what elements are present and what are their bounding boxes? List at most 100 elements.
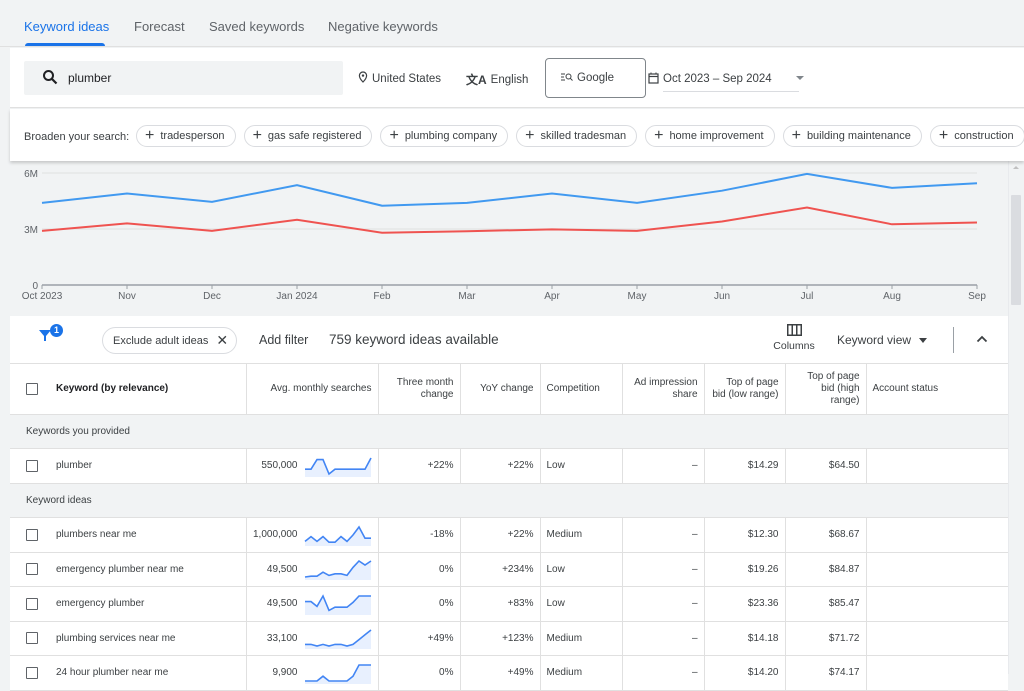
broaden-chip[interactable]: + skilled tradesman (516, 125, 638, 147)
row-checkbox[interactable] (26, 528, 38, 541)
keyword-cell: emergency plumber near me (10, 552, 247, 587)
tab-saved-keywords[interactable]: Saved keywords (209, 19, 304, 34)
tab-keyword-ideas[interactable]: Keyword ideas (24, 19, 109, 34)
broaden-chip[interactable]: + gas safe registered (243, 125, 373, 147)
search-value[interactable]: plumber (68, 71, 111, 85)
row-checkbox[interactable] (26, 459, 38, 472)
table-row[interactable]: emergency plumber near me 49,500 0% +234% Lo… (10, 552, 1008, 587)
header-yoy-change[interactable]: YoY change (460, 364, 541, 415)
row-checkbox[interactable] (26, 666, 38, 679)
three-month-value: 0% (439, 563, 454, 575)
vertical-scrollbar[interactable] (1008, 161, 1023, 674)
bid-low-cell: $12.30 (704, 517, 786, 553)
chip-label: Exclude adult ideas (113, 334, 209, 347)
three-month-cell: 0% (378, 552, 461, 587)
header-three-month-change[interactable]: Three month change (378, 364, 461, 415)
header-bid-low[interactable]: Top of page bid (low range) (704, 364, 786, 415)
header-competition[interactable]: Competition (540, 364, 623, 415)
keyword-table: Keyword (by relevance) Avg. monthly sear… (10, 364, 1008, 691)
tab-forecast[interactable]: Forecast (134, 19, 185, 34)
tab-negative-keywords[interactable]: Negative keywords (328, 19, 438, 34)
columns-label: Columns (773, 340, 815, 352)
competition-value: Medium (546, 632, 583, 644)
header-label: Keyword (by relevance) (56, 382, 169, 394)
keyword-cell: 24 hour plumber near me (10, 655, 247, 691)
filter-bar: 1 Exclude adult ideas ✕ Add filter 759 k… (10, 316, 1008, 364)
bid-low-cell: $14.18 (704, 621, 786, 656)
x-tick-label: Nov (118, 291, 136, 302)
yoy-cell: +22% (460, 517, 541, 553)
bid-low-value: $14.29 (747, 460, 779, 472)
header-account-status[interactable]: Account status (866, 364, 1008, 415)
trend-sparkline (304, 663, 371, 684)
keyword-view-dropdown[interactable]: Keyword view (837, 333, 928, 347)
three-month-value: -18% (430, 529, 454, 541)
collapse-button[interactable] (976, 330, 988, 348)
header-keyword[interactable]: Keyword (by relevance) (10, 364, 247, 415)
table-row[interactable]: plumbers near me 1,000,000 -18% +22% Medium –… (10, 517, 1008, 553)
bid-high-cell: $71.72 (785, 621, 867, 656)
close-icon[interactable]: ✕ (216, 332, 228, 349)
add-filter-button[interactable]: Add filter (259, 333, 308, 347)
bid-high-cell: $68.67 (785, 517, 867, 553)
columns-button[interactable]: Columns (768, 324, 820, 352)
row-checkbox[interactable] (26, 597, 38, 610)
search-network-icon (561, 72, 573, 85)
broaden-chip[interactable]: + building maintenance (782, 125, 922, 147)
table-header-row: Keyword (by relevance) Avg. monthly sear… (10, 364, 1008, 415)
columns-icon (786, 324, 802, 336)
plus-icon: + (525, 127, 535, 144)
bid-low-cell: $23.36 (704, 586, 786, 622)
scrollbar-thumb[interactable] (1011, 195, 1021, 305)
competition-value: Low (546, 460, 565, 472)
impression-share-value: – (691, 529, 698, 541)
search-network-selector[interactable]: Google (545, 58, 646, 98)
impression-share-cell: – (622, 621, 705, 656)
impression-share-value: – (691, 632, 698, 644)
header-avg-monthly-searches[interactable]: Avg. monthly searches (246, 364, 379, 415)
table-row[interactable]: emergency plumber 49,500 0% +83% Low – $23.36 $… (10, 586, 1008, 622)
row-checkbox[interactable] (26, 632, 38, 645)
search-volume-chart: 0 3M 6M Oct 2023 Nov Dec Jan 2024 Feb Mar Apr May J… (10, 161, 1008, 316)
table-row[interactable]: plumbing services near me 33,100 +49% +123%… (10, 621, 1008, 656)
yoy-cell: +234% (460, 552, 541, 587)
group-label: Keyword ideas (10, 483, 1008, 518)
row-checkbox[interactable] (26, 563, 38, 576)
keyword-search-input[interactable]: plumber (24, 61, 343, 95)
keyword-text: emergency plumber (56, 598, 145, 610)
trend-sparkline (304, 629, 371, 650)
bid-high-cell: $74.17 (785, 655, 867, 691)
date-range-selector[interactable]: Oct 2023 – Sep 2024 (648, 70, 804, 92)
searches-cell: 49,500 (246, 552, 379, 587)
yoy-value: +123% (502, 632, 534, 644)
bid-low-value: $12.30 (747, 529, 779, 541)
trend-sparkline (304, 457, 372, 477)
exclude-adult-ideas-chip[interactable]: Exclude adult ideas ✕ (102, 327, 238, 354)
bid-low-value: $23.36 (747, 598, 779, 610)
yoy-cell: +49% (460, 655, 541, 691)
language-selector[interactable]: 文A English (466, 71, 528, 88)
table-row[interactable]: 24 hour plumber near me 9,900 0% +49% Medium… (10, 655, 1008, 691)
keyword-text: plumbers near me (56, 529, 137, 541)
header-bid-high[interactable]: Top of page bid (high range) (785, 364, 867, 415)
broaden-chip[interactable]: + plumbing company (380, 125, 509, 147)
table-row[interactable]: plumber 550,000 +22% +22% Low – $14.29 $64.50 (10, 448, 1008, 484)
broaden-chip[interactable]: + tradesperson (136, 125, 236, 147)
keyword-text: plumber (56, 460, 93, 472)
competition-cell: Medium (540, 517, 623, 553)
account-status-cell (866, 552, 1008, 587)
scroll-up-arrow-icon[interactable] (1013, 166, 1019, 169)
calendar-icon (648, 72, 659, 87)
broaden-chip[interactable]: + home improvement (645, 125, 775, 147)
three-month-cell: +22% (378, 448, 461, 484)
broaden-label: Broaden your search: (24, 131, 130, 143)
y-tick-label: 6M (24, 169, 38, 180)
select-all-checkbox[interactable] (26, 382, 38, 395)
broaden-chips: + tradesperson + gas safe registered + plum… (136, 125, 1024, 147)
table-group-header: Keywords you provided (10, 414, 1008, 449)
group-label: Keywords you provided (10, 414, 1008, 449)
broaden-chip[interactable]: + construction (929, 125, 1024, 147)
location-selector[interactable]: United States (358, 71, 441, 86)
header-ad-impression-share[interactable]: Ad impression share (622, 364, 705, 415)
location-label: United States (372, 72, 442, 85)
